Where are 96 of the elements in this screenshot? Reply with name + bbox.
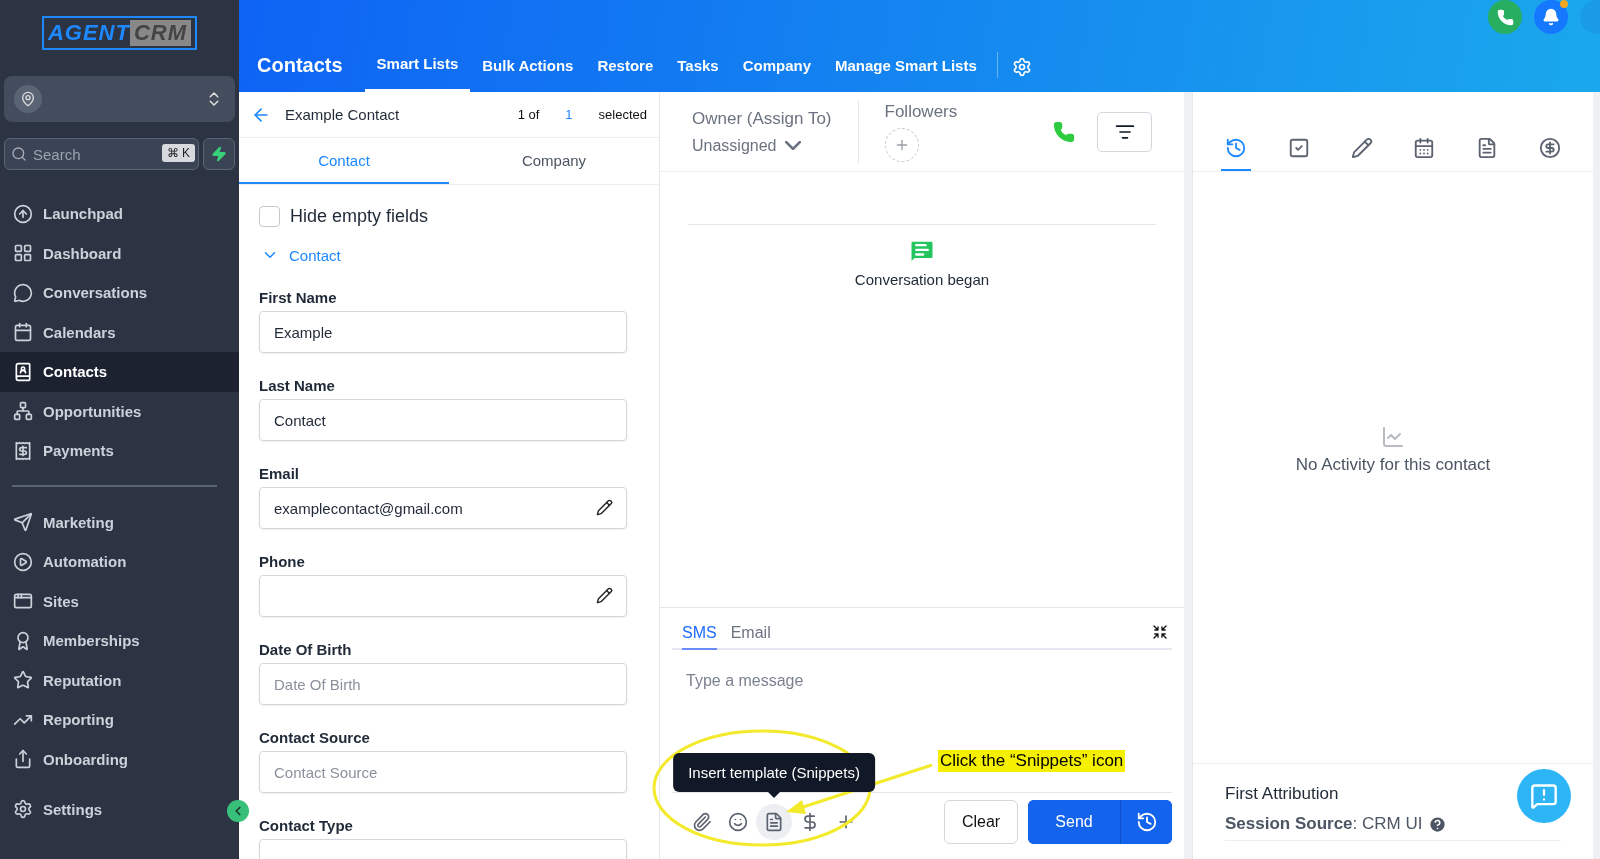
attach-icon (692, 812, 712, 832)
nav-item[interactable]: Reputation (0, 660, 239, 700)
field-label: Contact Source (259, 729, 371, 746)
lightning-icon (211, 146, 227, 162)
shortcut-key: ⌘ K (161, 144, 195, 162)
pencil-icon[interactable] (596, 499, 613, 516)
collapse-icon[interactable] (1152, 624, 1168, 640)
annotation-label: Click the “Snippets” icon (938, 750, 1126, 772)
nav-item[interactable]: Automation (0, 542, 239, 582)
input-field[interactable] (259, 575, 627, 617)
nav-item[interactable]: Sites (0, 581, 239, 621)
collapse-button[interactable] (227, 800, 249, 822)
browser-window-icon (13, 591, 33, 612)
nav-item[interactable]: Settings (0, 789, 199, 829)
filter-button[interactable] (1097, 111, 1152, 152)
attribution-title: First Attribution (1225, 784, 1339, 804)
count-text: 1 of (517, 107, 540, 122)
owner-dropdown[interactable]: Unassigned (692, 136, 832, 155)
nav-item[interactable]: Memberships (0, 621, 239, 661)
input-field[interactable]: Example (259, 311, 627, 353)
chat-bubble-icon (1530, 782, 1558, 810)
checkbox[interactable] (259, 205, 280, 227)
nav-item[interactable]: Calendars (0, 312, 239, 352)
nav-item[interactable]: Opportunities (0, 391, 239, 431)
paper-plane-icon (13, 512, 33, 533)
owner-label: Owner (Assign To) (692, 108, 832, 129)
network-icon (13, 401, 33, 422)
chevron-down-icon (784, 141, 801, 150)
nav-item[interactable]: Launchpad (0, 194, 239, 234)
settings-icon[interactable] (1011, 57, 1032, 77)
emoji-icon (728, 812, 748, 832)
contact-name: Example Contact (285, 106, 401, 123)
phone-icon (1496, 8, 1514, 26)
nav-item[interactable]: Dashboard (0, 233, 239, 273)
phone-button[interactable] (1488, 0, 1522, 34)
quick-action-button[interactable] (203, 138, 235, 170)
grid-icon (13, 243, 33, 264)
input-field[interactable]: Contact Source (259, 751, 627, 793)
field-label: Date Of Birth (259, 641, 353, 658)
page-title: Contacts (257, 52, 343, 78)
bell-button[interactable] (1534, 0, 1568, 34)
section-title[interactable]: Contact (289, 246, 341, 264)
play-circle-icon (13, 551, 33, 572)
detail-tab[interactable]: Contact (239, 138, 449, 184)
empty-message: No Activity for this contact (1295, 454, 1491, 475)
field-label: First Name (259, 289, 338, 306)
pencil-icon[interactable] (596, 587, 613, 604)
event-text: Conversation began (854, 271, 990, 288)
clock-history-icon[interactable] (1221, 137, 1252, 171)
contact-book-icon (13, 361, 33, 382)
field-label: Email (259, 465, 301, 482)
session-source-text: Session Source: CRM UI (1225, 814, 1423, 834)
header-tab[interactable]: Bulk Actions (470, 42, 586, 92)
star-icon (13, 670, 33, 691)
field-label: Last Name (259, 377, 336, 394)
search-icon (11, 146, 27, 162)
tooltip: Insert template (Snippets) (673, 753, 875, 792)
document-button[interactable] (756, 804, 792, 840)
chart-icon (1381, 424, 1405, 449)
clock-icon (1135, 811, 1158, 833)
clear-button[interactable]: Clear (944, 800, 1018, 844)
nav-item[interactable]: Onboarding (0, 739, 239, 779)
input-field[interactable]: Contact (259, 399, 627, 441)
chat-bubble-icon (13, 282, 33, 303)
nav-item[interactable]: Contacts (0, 352, 239, 392)
header-tab[interactable]: Tasks (665, 42, 731, 92)
followers-label: Followers (884, 101, 959, 122)
nav-item[interactable]: Payments (0, 431, 239, 471)
location-switcher[interactable] (4, 76, 235, 122)
gear-icon (13, 799, 33, 820)
detail-tab[interactable]: Company (449, 138, 659, 184)
composer-tab[interactable]: Email (730, 624, 771, 650)
help-icon[interactable] (1428, 814, 1448, 834)
header-tab[interactable]: Restore (585, 42, 666, 92)
location-pin-icon (14, 85, 42, 113)
input-field[interactable]: Date Of Birth (259, 663, 627, 705)
bell-icon (1542, 8, 1560, 26)
header-tab[interactable]: Manage Smart Lists (823, 42, 989, 92)
header-tab[interactable]: Company (730, 42, 824, 92)
receipt-icon (13, 440, 33, 461)
launch-icon (13, 203, 33, 224)
nav-item[interactable]: Conversations (0, 273, 239, 313)
field-label: Phone (259, 553, 306, 570)
input-field[interactable]: examplecontact@gmail.com (259, 487, 627, 529)
calendar-icon (13, 322, 33, 343)
tooltip-pointer (768, 792, 780, 798)
nav-item[interactable]: Reporting (0, 700, 239, 740)
document-icon (764, 812, 784, 832)
checkbox-label: Hide empty fields (290, 205, 429, 227)
schedule-button[interactable] (1120, 800, 1172, 844)
nav-item[interactable]: Marketing (0, 502, 239, 542)
selected-text: selected (598, 107, 647, 122)
logo: AGENT CRM (41, 16, 198, 50)
field-label: Contact Type (259, 817, 354, 834)
share-icon (13, 749, 33, 770)
count-number: 1 (565, 107, 573, 122)
